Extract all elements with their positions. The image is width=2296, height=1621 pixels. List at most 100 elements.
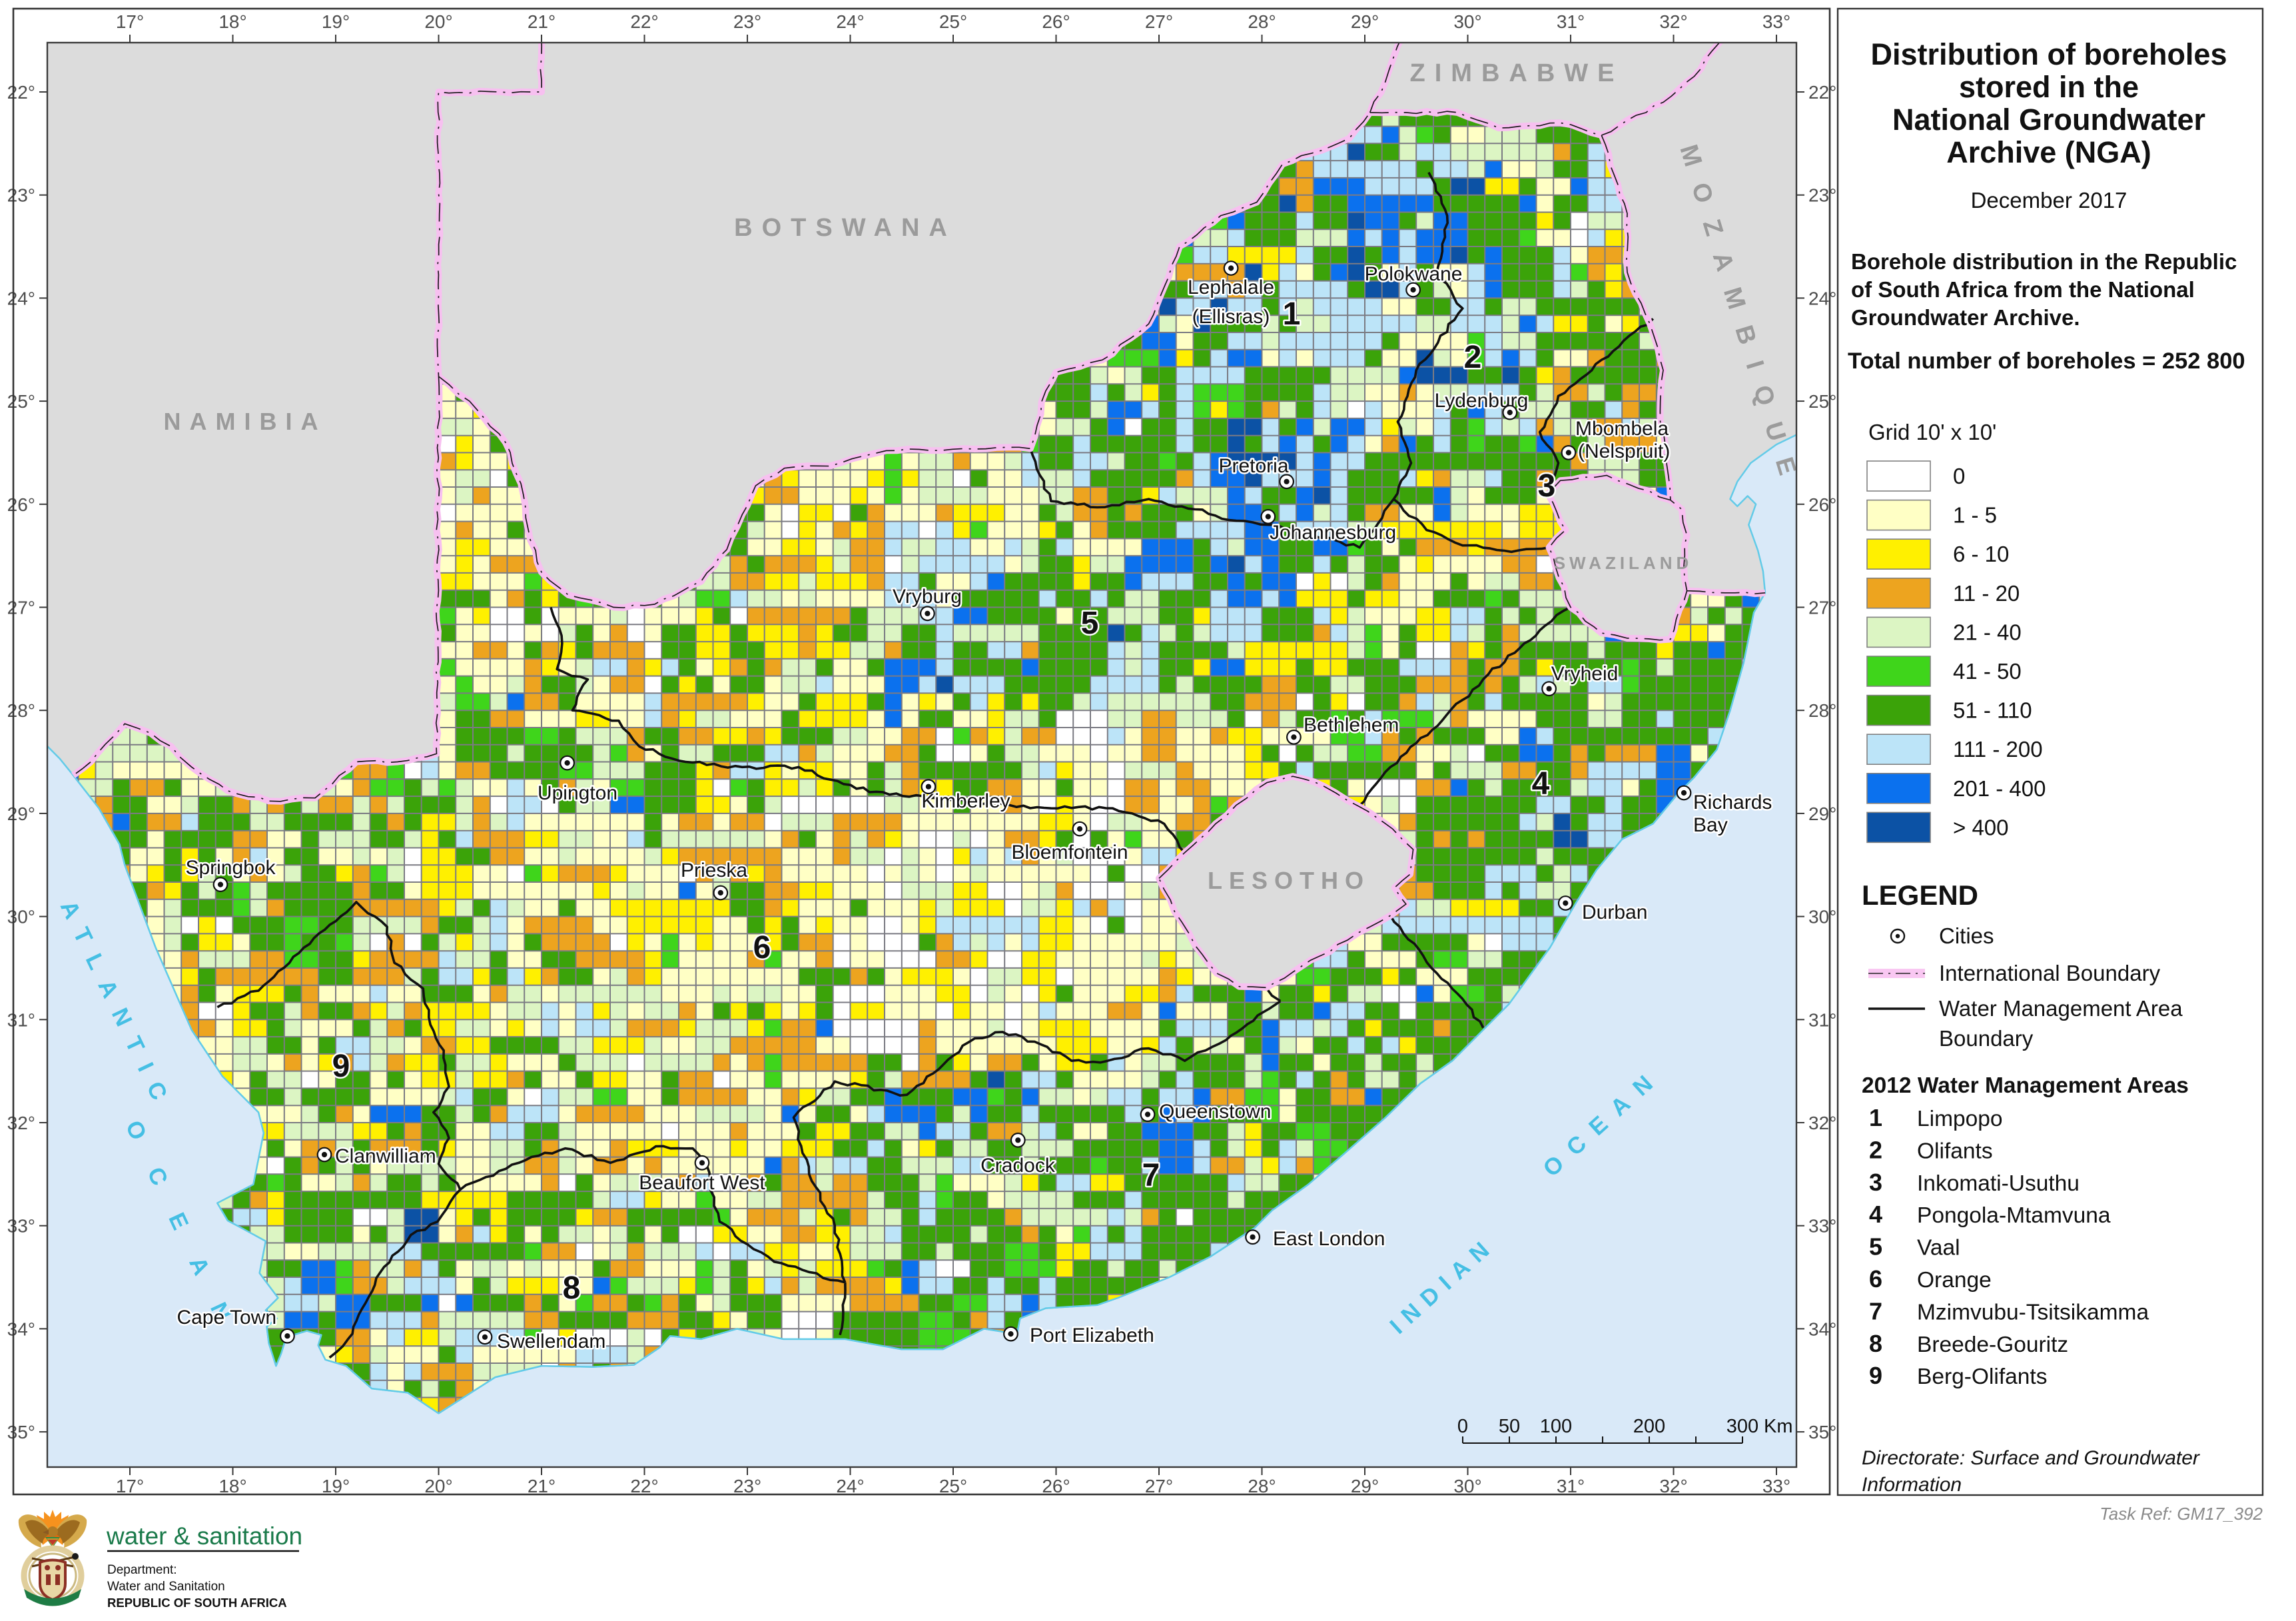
svg-text:Cradock: Cradock xyxy=(980,1155,1056,1177)
svg-text:Water and Sanitation: Water and Sanitation xyxy=(107,1580,225,1594)
svg-text:20°: 20° xyxy=(424,1476,452,1496)
svg-text:> 400: > 400 xyxy=(1953,815,2009,839)
svg-text:SWAZILAND: SWAZILAND xyxy=(1554,553,1693,573)
svg-text:22°: 22° xyxy=(630,11,658,32)
svg-text:Water Management Area: Water Management Area xyxy=(1939,996,2183,1021)
svg-text:Inkomati-Usuthu: Inkomati-Usuthu xyxy=(1917,1171,2080,1196)
svg-text:25°: 25° xyxy=(939,11,967,32)
svg-text:27°: 27° xyxy=(1808,598,1836,618)
svg-text:East London: East London xyxy=(1273,1228,1385,1250)
svg-text:31°: 31° xyxy=(1808,1009,1836,1030)
svg-text:Mbombela: Mbombela xyxy=(1575,418,1669,440)
svg-text:Cape Town: Cape Town xyxy=(177,1307,276,1329)
svg-text:Information: Information xyxy=(1862,1474,1962,1496)
svg-text:28°: 28° xyxy=(1808,700,1836,721)
svg-text:34°: 34° xyxy=(7,1319,35,1339)
svg-text:35°: 35° xyxy=(7,1422,35,1442)
svg-text:200: 200 xyxy=(1633,1416,1665,1437)
svg-text:22°: 22° xyxy=(1808,82,1836,103)
svg-text:Prieska: Prieska xyxy=(681,859,747,881)
svg-text:27°: 27° xyxy=(1145,1476,1173,1496)
svg-text:Bloemfontein: Bloemfontein xyxy=(1011,841,1128,863)
svg-text:9: 9 xyxy=(332,1049,350,1084)
svg-text:32°: 32° xyxy=(7,1113,35,1133)
svg-text:5: 5 xyxy=(1081,606,1099,641)
svg-text:4: 4 xyxy=(1869,1201,1882,1228)
svg-text:19°: 19° xyxy=(322,11,350,32)
svg-text:LEGEND: LEGEND xyxy=(1862,879,1978,911)
svg-text:2: 2 xyxy=(1464,340,1482,375)
svg-text:Total number of boreholes = 25: Total number of boreholes = 252 800 xyxy=(1848,348,2245,374)
svg-text:Groundwater Archive.: Groundwater Archive. xyxy=(1851,305,2080,330)
svg-text:water & sanitation: water & sanitation xyxy=(106,1522,302,1550)
svg-text:24°: 24° xyxy=(7,288,35,308)
svg-text:30°: 30° xyxy=(1453,11,1481,32)
svg-text:18°: 18° xyxy=(218,1476,246,1496)
svg-text:Task Ref: GM17_392: Task Ref: GM17_392 xyxy=(2100,1504,2263,1524)
svg-text:3: 3 xyxy=(1869,1169,1882,1196)
svg-text:Olifants: Olifants xyxy=(1917,1139,1993,1163)
svg-text:Department:: Department: xyxy=(107,1563,177,1577)
svg-text:Clanwilliam: Clanwilliam xyxy=(335,1145,436,1167)
svg-text:Port Elizabeth: Port Elizabeth xyxy=(1030,1325,1154,1347)
svg-text:Lephalale: Lephalale xyxy=(1188,276,1274,298)
svg-text:Vryburg: Vryburg xyxy=(893,586,962,608)
svg-text:27°: 27° xyxy=(1145,11,1173,32)
svg-text:6: 6 xyxy=(1869,1265,1882,1293)
svg-text:18°: 18° xyxy=(218,11,246,32)
svg-text:Archive (NGA): Archive (NGA) xyxy=(1946,135,2151,169)
svg-text:30°: 30° xyxy=(7,907,35,927)
svg-text:0: 0 xyxy=(1953,464,1965,488)
svg-text:Queenstown: Queenstown xyxy=(1159,1101,1271,1123)
svg-text:2012 Water Management Areas: 2012 Water Management Areas xyxy=(1862,1073,2189,1098)
svg-text:stored in the: stored in the xyxy=(1959,70,2139,104)
svg-text:29°: 29° xyxy=(1808,804,1836,824)
svg-text:25°: 25° xyxy=(7,391,35,412)
svg-text:Pretoria: Pretoria xyxy=(1218,455,1288,477)
svg-text:25°: 25° xyxy=(1808,391,1836,412)
svg-text:REPUBLIC OF SOUTH AFRICA: REPUBLIC OF SOUTH AFRICA xyxy=(107,1596,287,1610)
svg-text:31°: 31° xyxy=(1557,11,1585,32)
svg-text:11 - 20: 11 - 20 xyxy=(1953,581,2020,606)
svg-text:21°: 21° xyxy=(528,11,556,32)
svg-text:201 - 400: 201 - 400 xyxy=(1953,776,2046,801)
svg-text:26°: 26° xyxy=(1042,1476,1070,1496)
svg-text:of South Africa from the Natio: of South Africa from the National xyxy=(1851,277,2195,302)
svg-text:Springbok: Springbok xyxy=(185,857,276,879)
svg-text:300: 300 xyxy=(1726,1416,1758,1437)
svg-text:111 - 200: 111 - 200 xyxy=(1953,737,2043,762)
svg-text:Cities: Cities xyxy=(1939,923,1994,948)
svg-text:Pongola-Mtamvuna: Pongola-Mtamvuna xyxy=(1917,1203,2111,1228)
svg-text:33°: 33° xyxy=(7,1216,35,1237)
svg-text:Bethlehem: Bethlehem xyxy=(1304,714,1399,736)
svg-text:BOTSWANA: BOTSWANA xyxy=(734,214,957,242)
svg-text:Vryheid: Vryheid xyxy=(1551,663,1619,685)
svg-text:Johannesburg: Johannesburg xyxy=(1270,522,1396,544)
svg-text:28°: 28° xyxy=(1248,11,1276,32)
svg-text:6: 6 xyxy=(753,930,771,965)
svg-text:23°: 23° xyxy=(1808,185,1836,206)
svg-text:7: 7 xyxy=(1142,1158,1160,1193)
svg-text:27°: 27° xyxy=(7,598,35,618)
svg-text:LESOTHO: LESOTHO xyxy=(1208,867,1370,894)
svg-text:20°: 20° xyxy=(424,11,452,32)
svg-text:Orange: Orange xyxy=(1917,1268,1992,1293)
svg-text:8: 8 xyxy=(563,1271,581,1306)
svg-text:34°: 34° xyxy=(1808,1319,1836,1339)
svg-text:33°: 33° xyxy=(1808,1216,1836,1237)
svg-text:23°: 23° xyxy=(733,1476,761,1496)
svg-text:17°: 17° xyxy=(116,1476,144,1496)
svg-text:(Ellisras): (Ellisras) xyxy=(1192,306,1270,328)
svg-text:25°: 25° xyxy=(939,1476,967,1496)
svg-text:26°: 26° xyxy=(1042,11,1070,32)
svg-text:41 - 50: 41 - 50 xyxy=(1953,659,2022,684)
svg-text:30°: 30° xyxy=(1808,907,1836,927)
svg-text:32°: 32° xyxy=(1808,1113,1836,1133)
svg-text:33°: 33° xyxy=(1762,1476,1790,1496)
svg-text:December 2017: December 2017 xyxy=(1971,188,2127,213)
svg-text:Vaal: Vaal xyxy=(1917,1236,1960,1261)
svg-text:32°: 32° xyxy=(1659,11,1687,32)
svg-text:50: 50 xyxy=(1499,1416,1520,1437)
svg-text:Bay: Bay xyxy=(1693,814,1728,836)
svg-text:Durban: Durban xyxy=(1582,901,1647,923)
